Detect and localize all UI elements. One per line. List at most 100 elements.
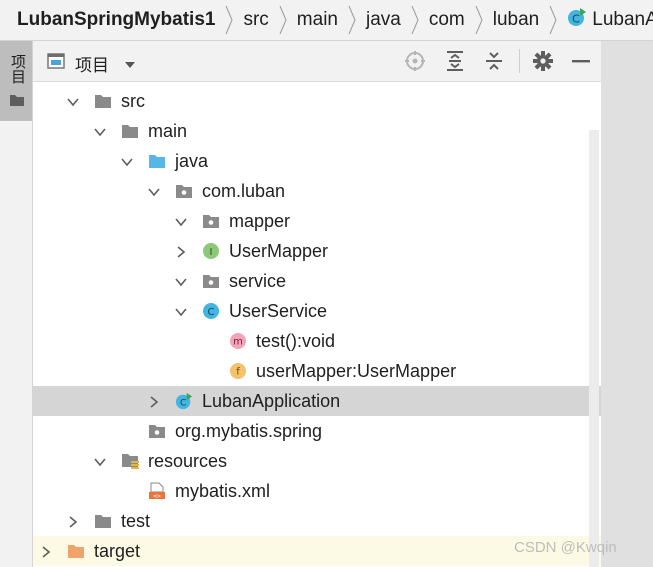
project-panel-toolbar: 项目 <box>33 41 601 82</box>
tree-row[interactable]: resources <box>33 446 601 476</box>
vertical-scrollbar[interactable] <box>589 130 599 567</box>
breadcrumb-java[interactable]: java <box>366 0 410 40</box>
resources-folder-icon <box>121 452 139 470</box>
tree-node-label: org.mybatis.spring <box>175 421 323 441</box>
tree-node-label: mapper <box>229 211 291 231</box>
source-folder-icon <box>148 152 166 170</box>
chevron-down-icon[interactable] <box>175 275 187 287</box>
chevron-right-icon[interactable] <box>148 395 160 408</box>
tree-node-label: UserService <box>229 301 328 321</box>
breadcrumb-luban[interactable]: luban <box>493 0 549 40</box>
svg-text:I: I <box>210 247 213 258</box>
package-icon <box>175 182 193 200</box>
breadcrumb-src[interactable]: src <box>243 0 277 40</box>
tree-row[interactable]: org.mybatis.spring <box>33 416 601 446</box>
tree-node-label: main <box>148 121 188 141</box>
expand-all-icon[interactable] <box>444 50 466 72</box>
class-icon: C <box>202 302 220 320</box>
tree-node-label: service <box>229 271 287 291</box>
project-tool-tab-label: 项目 <box>9 54 26 84</box>
tree-node-label: mybatis.xml <box>175 481 271 501</box>
breadcrumb-project[interactable]: LubanSpringMybatis1 <box>0 0 224 40</box>
tree-row[interactable]: test <box>33 506 601 536</box>
breadcrumb-separator-icon <box>474 0 484 40</box>
breadcrumb-separator-icon <box>278 0 288 40</box>
excluded-folder-icon <box>67 542 85 560</box>
package-icon <box>202 212 220 230</box>
tree-row[interactable]: mapper <box>33 206 601 236</box>
tree-node-label: target <box>94 541 141 561</box>
chevron-right-icon[interactable] <box>67 515 79 528</box>
interface-icon: I <box>202 242 220 260</box>
breadcrumb-separator-icon <box>410 0 420 40</box>
chevron-down-icon[interactable] <box>124 56 136 74</box>
hide-icon[interactable] <box>570 50 592 72</box>
chevron-down-icon[interactable] <box>121 155 133 167</box>
chevron-down-icon[interactable] <box>175 215 187 227</box>
breadcrumb-lubanapplication[interactable]: C LubanAp <box>567 0 653 40</box>
tree-row[interactable]: I UserMapper <box>33 236 601 266</box>
svg-text:C: C <box>180 399 186 409</box>
project-tree: src main java com.luban mapper I UserMapper ser… <box>33 82 601 567</box>
method-icon: m <box>229 332 247 350</box>
left-tool-strip: 项目 <box>0 41 33 567</box>
tree-row[interactable]: main <box>33 116 601 146</box>
project-view-icon <box>47 52 65 75</box>
svg-text:m: m <box>233 337 243 348</box>
xml-file-icon: <> <box>148 482 166 500</box>
spring-class-icon: C <box>567 7 587 33</box>
folder-icon <box>94 92 112 110</box>
breadcrumb-separator-icon <box>224 0 234 40</box>
watermark-text: CSDN @Kwqin <box>514 539 617 556</box>
tree-node-label: LubanApplication <box>202 391 341 411</box>
breadcrumb-com-label: com <box>428 9 465 30</box>
breadcrumb-separator-icon <box>347 0 357 40</box>
breadcrumb-separator-icon <box>548 0 558 40</box>
tree-node-label: com.luban <box>202 181 286 201</box>
folder-icon <box>9 93 25 112</box>
tree-row[interactable]: src <box>33 86 601 116</box>
toolbar-divider <box>519 49 520 73</box>
spring-class-icon: C <box>175 392 193 410</box>
breadcrumb-com[interactable]: com <box>429 0 474 40</box>
breadcrumb-java-label: java <box>365 9 401 30</box>
chevron-down-icon[interactable] <box>67 95 79 107</box>
breadcrumb-src-label: src <box>243 9 269 30</box>
project-tool-tab[interactable]: 项目 <box>0 41 32 121</box>
svg-text:C: C <box>572 13 580 26</box>
project-view-selector[interactable]: 项目 <box>75 51 109 76</box>
package-icon <box>202 272 220 290</box>
breadcrumb-main-label: main <box>296 9 338 30</box>
chevron-down-icon[interactable] <box>148 185 160 197</box>
chevron-down-icon[interactable] <box>94 125 106 137</box>
chevron-right-icon[interactable] <box>175 245 187 258</box>
settings-icon[interactable] <box>532 50 554 72</box>
tree-row[interactable]: f userMapper:UserMapper <box>33 356 601 386</box>
tree-row[interactable]: com.luban <box>33 176 601 206</box>
collapse-all-icon[interactable] <box>483 50 505 72</box>
editor-background <box>601 41 653 567</box>
field-icon: f <box>229 362 247 380</box>
breadcrumb-project-label: LubanSpringMybatis1 <box>17 9 216 30</box>
tree-node-label: UserMapper <box>229 241 329 261</box>
tree-row[interactable]: java <box>33 146 601 176</box>
navigation-breadcrumb: LubanSpringMybatis1 src main java com lu… <box>0 0 653 41</box>
folder-icon <box>94 512 112 530</box>
tree-row[interactable]: C UserService <box>33 296 601 326</box>
svg-text:f: f <box>236 367 240 378</box>
locate-icon[interactable] <box>404 50 426 72</box>
chevron-right-icon[interactable] <box>40 545 52 558</box>
breadcrumb-main[interactable]: main <box>297 0 347 40</box>
tree-row[interactable]: <> mybatis.xml <box>33 476 601 506</box>
package-icon <box>148 422 166 440</box>
breadcrumb-lubanapplication-label: LubanAp <box>592 9 653 30</box>
tree-node-label: userMapper:UserMapper <box>256 361 457 381</box>
tree-row[interactable]: C LubanApplication <box>33 386 601 416</box>
tree-row[interactable]: service <box>33 266 601 296</box>
folder-icon <box>121 122 139 140</box>
tree-row[interactable]: m test():void <box>33 326 601 356</box>
chevron-down-icon[interactable] <box>94 455 106 467</box>
breadcrumb-luban-label: luban <box>492 9 540 30</box>
chevron-down-icon[interactable] <box>175 305 187 317</box>
tree-node-label: test():void <box>256 331 336 351</box>
